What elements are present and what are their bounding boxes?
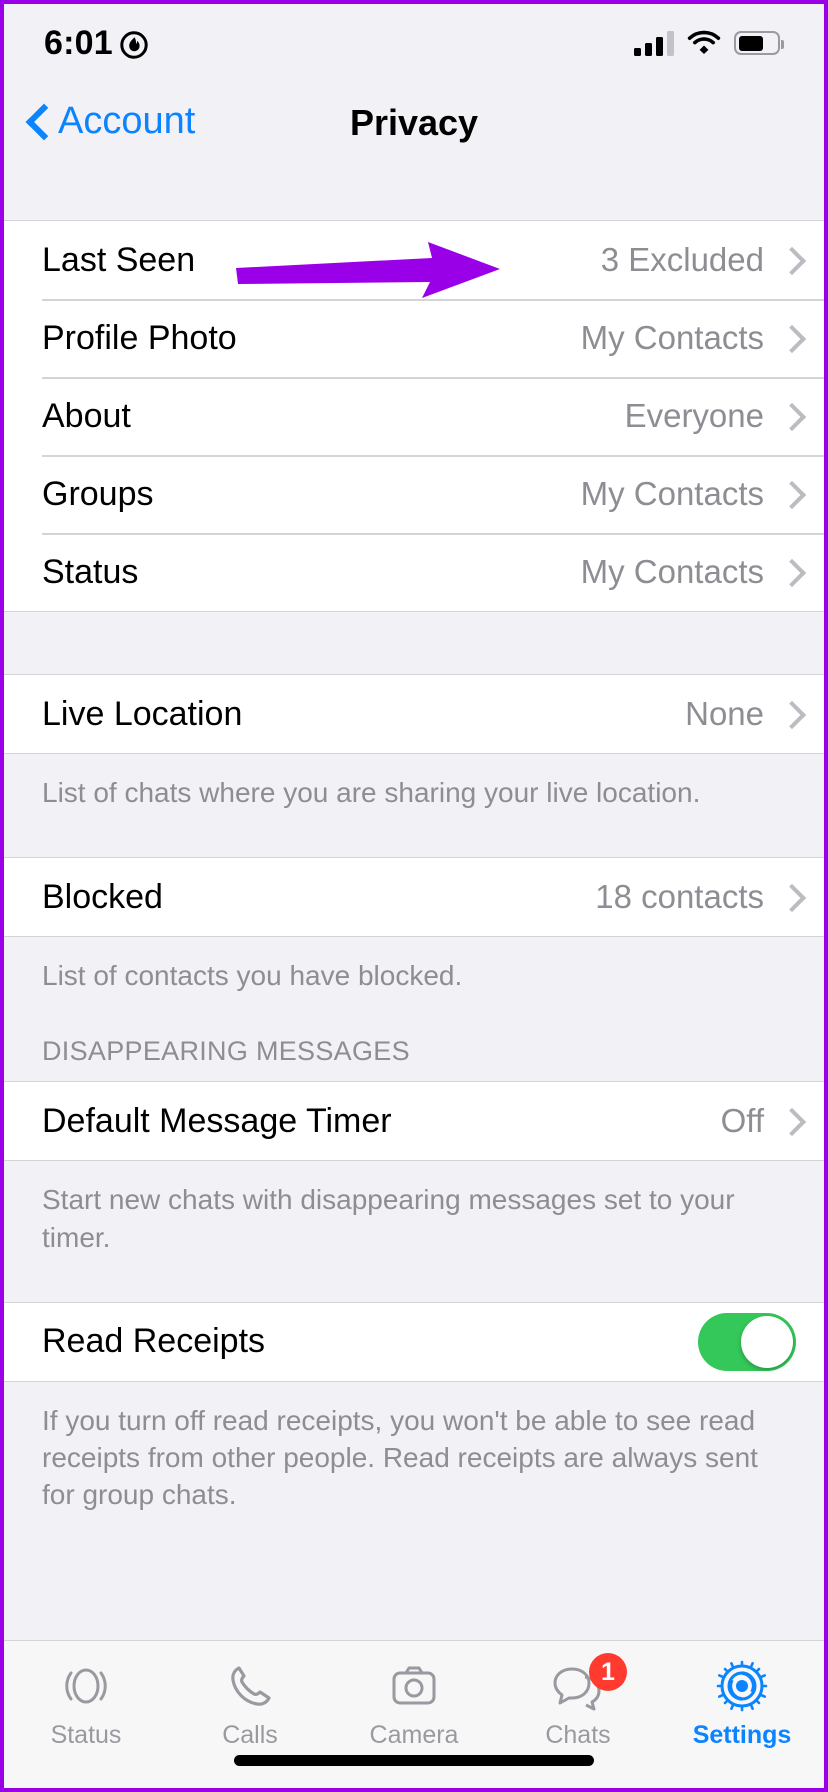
chevron-right-icon [782, 248, 796, 272]
phone-icon [223, 1657, 277, 1715]
live-location-group: Live Location None [4, 675, 824, 753]
row-status-label: Status [42, 552, 139, 591]
tab-bar: Status Calls Camera 1 Chats Settings [4, 1640, 824, 1788]
status-rings-icon [59, 1657, 113, 1715]
tab-status[interactable]: Status [4, 1657, 168, 1750]
blocked-group: Blocked 18 contacts [4, 857, 824, 937]
row-profile-photo-value-group: My Contacts [581, 319, 796, 357]
chevron-right-icon [782, 1109, 796, 1133]
home-indicator [234, 1755, 594, 1766]
row-default-message-timer[interactable]: Default Message Timer Off [4, 1082, 824, 1161]
privacy-options-group: Last Seen 3 Excluded Profile Photo My Co… [4, 220, 824, 611]
row-profile-photo-label: Profile Photo [42, 318, 237, 357]
row-about-value-group: Everyone [625, 397, 796, 435]
chevron-right-icon [782, 885, 796, 909]
chevron-right-icon [782, 404, 796, 428]
blocked-footer: List of contacts you have blocked. [4, 936, 824, 1027]
chevron-right-icon [782, 560, 796, 584]
row-default-message-timer-label: Default Message Timer [42, 1101, 392, 1140]
chevron-right-icon [782, 326, 796, 350]
battery-icon [734, 31, 784, 55]
tab-chats-label: Chats [545, 1721, 611, 1749]
row-blocked-value-group: 18 contacts [595, 878, 796, 916]
wifi-icon [687, 28, 721, 59]
row-last-seen-value: 3 Excluded [600, 241, 764, 278]
read-receipts-toggle[interactable] [698, 1312, 796, 1371]
chevron-right-icon [782, 482, 796, 506]
row-last-seen-value-group: 3 Excluded [601, 241, 796, 279]
back-button-account[interactable]: Account [28, 100, 195, 143]
section-header-disappearing-messages: DISAPPEARING MESSAGES [4, 1026, 824, 1082]
navigation-bar: Account Privacy [4, 82, 824, 220]
chevron-right-icon [782, 702, 796, 726]
section-spacer [4, 611, 824, 675]
gear-icon [714, 1657, 770, 1715]
tab-camera-label: Camera [369, 1721, 459, 1749]
tab-camera[interactable]: Camera [332, 1657, 496, 1750]
tab-status-label: Status [50, 1721, 122, 1749]
row-default-message-timer-value-group: Off [721, 1102, 796, 1140]
disappearing-messages-footer: Start new chats with disappearing messag… [4, 1160, 824, 1302]
row-live-location-value-group: None [685, 695, 796, 733]
flame-icon [120, 29, 148, 59]
row-about-value: Everyone [624, 397, 764, 434]
row-last-seen-label: Last Seen [42, 240, 196, 279]
chat-bubbles-icon: 1 [549, 1653, 627, 1715]
chevron-left-icon [28, 105, 48, 139]
row-groups-value: My Contacts [580, 475, 764, 512]
tab-calls[interactable]: Calls [168, 1657, 332, 1750]
row-status-value-group: My Contacts [581, 553, 796, 591]
row-blocked[interactable]: Blocked 18 contacts [4, 858, 824, 937]
row-profile-photo-value: My Contacts [580, 319, 764, 356]
read-receipts-group: Read Receipts [4, 1301, 824, 1381]
back-button-label: Account [58, 100, 196, 142]
row-live-location[interactable]: Live Location None [4, 675, 824, 753]
row-groups[interactable]: Groups My Contacts [4, 455, 824, 533]
row-read-receipts: Read Receipts [4, 1302, 824, 1381]
cellular-signal-icon [634, 30, 674, 56]
tab-calls-label: Calls [222, 1721, 278, 1749]
row-groups-value-group: My Contacts [581, 475, 796, 513]
disappearing-messages-group: Default Message Timer Off [4, 1081, 824, 1161]
row-blocked-label: Blocked [42, 877, 163, 916]
status-bar-indicators [634, 28, 784, 59]
toggle-knob [741, 1315, 793, 1368]
row-live-location-value: None [685, 695, 764, 732]
row-profile-photo[interactable]: Profile Photo My Contacts [4, 299, 824, 377]
tab-settings[interactable]: Settings [660, 1657, 824, 1750]
chats-unread-badge: 1 [589, 1653, 627, 1691]
status-bar-time: 6:01 [44, 23, 113, 62]
row-default-message-timer-value: Off [720, 1102, 764, 1140]
row-status-value: My Contacts [580, 553, 764, 590]
row-read-receipts-label: Read Receipts [42, 1322, 266, 1361]
row-live-location-label: Live Location [42, 694, 243, 733]
row-groups-label: Groups [42, 474, 154, 513]
phone-screen: 6:01 Account Privacy Last Seen 3 Exclude… [0, 0, 828, 1792]
status-bar: 6:01 [4, 4, 824, 82]
camera-icon [387, 1657, 441, 1715]
live-location-footer: List of chats where you are sharing your… [4, 753, 824, 858]
row-last-seen[interactable]: Last Seen 3 Excluded [4, 221, 824, 299]
status-bar-time-group: 6:01 [44, 24, 148, 63]
tab-settings-label: Settings [692, 1721, 792, 1749]
row-about-label: About [42, 396, 131, 435]
row-status[interactable]: Status My Contacts [4, 533, 824, 611]
row-blocked-value: 18 contacts [595, 878, 764, 916]
tab-chats[interactable]: 1 Chats [496, 1653, 660, 1750]
read-receipts-footer: If you turn off read receipts, you won't… [4, 1380, 824, 1546]
row-about[interactable]: About Everyone [4, 377, 824, 455]
